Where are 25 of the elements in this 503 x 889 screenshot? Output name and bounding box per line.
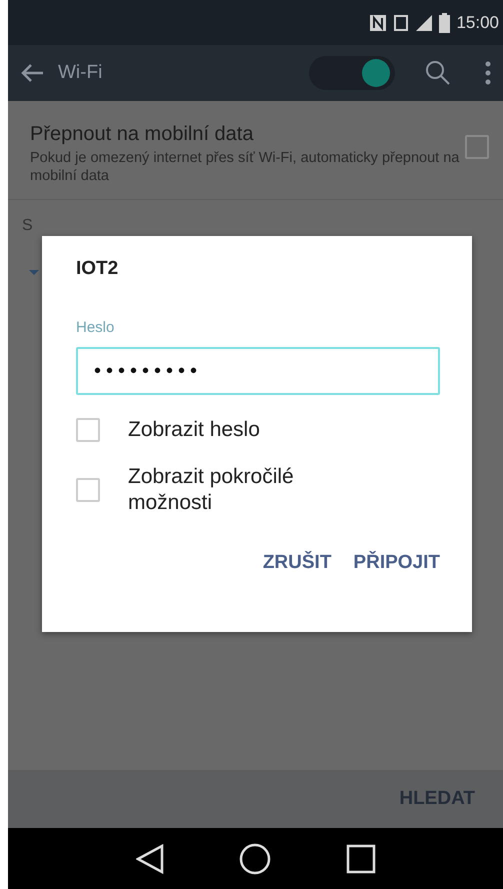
nfc-icon (369, 14, 388, 32)
field-label: Heslo (76, 318, 116, 338)
screen-title: Wi-Fi (58, 60, 104, 85)
back-arrow-icon[interactable] (20, 63, 44, 83)
dialog-button[interactable]: PŘIPOJIT (349, 544, 444, 582)
dialog-button[interactable]: ZRUŠIT (258, 544, 336, 582)
recent-apps-icon[interactable] (346, 844, 376, 874)
setting-summary: Pokud je omezený internet přes síť Wi-Fi, automaticky přepnout na mobilní data (30, 149, 460, 186)
more-options-icon[interactable] (485, 61, 491, 85)
setting-title: Přepnout na mobilní data (30, 122, 254, 147)
checkbox[interactable] (76, 478, 100, 502)
clock-text: 15:00 (456, 12, 499, 34)
signal-icon (415, 14, 434, 32)
wifi-toggle[interactable] (309, 56, 395, 90)
checkbox[interactable] (465, 135, 489, 159)
option-label: Zobrazit pokročilé možnosti (128, 464, 295, 515)
search-icon[interactable] (425, 60, 451, 86)
home-icon[interactable] (238, 842, 270, 874)
checkbox[interactable] (76, 418, 100, 442)
option-label: Zobrazit heslo (128, 417, 260, 442)
battery-icon (439, 12, 450, 32)
back-icon[interactable] (136, 844, 164, 874)
dialog-title: IOT2 (76, 258, 120, 281)
sim-icon (393, 14, 410, 32)
password-field[interactable]: ••••••••• (76, 347, 440, 396)
